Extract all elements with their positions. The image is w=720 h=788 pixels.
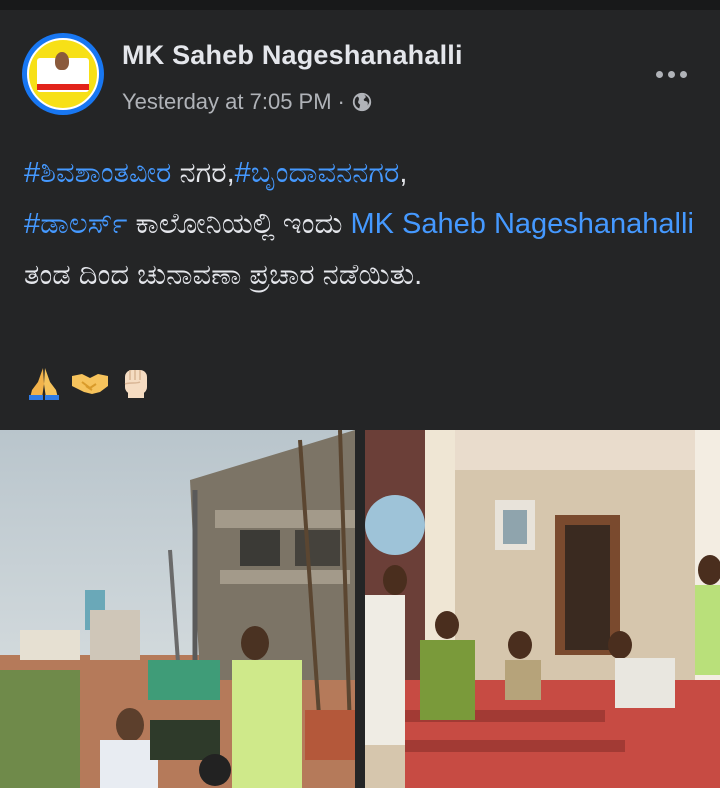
hashtag-link[interactable]: #ಡಾಲರ್ಸ್ [24,208,127,240]
post-text-segment: , [399,157,408,189]
hashtag-link[interactable]: #ಶಿವಶಾಂತವೀರ [24,157,171,189]
author-name[interactable]: MK Saheb Nageshanahalli [122,40,463,71]
post-text-segment: ನಗರ, [171,157,235,189]
post-text-segment: ತಂಡ ದಿಂದ ಚುನಾವಣಾ ಪ್ರಚಾರ ನಡೆಯಿತು. [24,259,423,291]
handshake-icon [72,374,108,394]
hashtag-link[interactable]: #ಬೃಂದಾವನನಗರ [235,157,400,189]
mention-link[interactable]: MK Saheb Nageshanahalli [350,208,693,240]
post-text-segment: ಕಾಲೋನಿಯಲ್ಲಿ ಇಂದು [127,208,351,240]
folded-hands-icon [29,368,59,400]
globe-icon[interactable] [351,91,373,113]
post-meta: Yesterday at 7:05 PM · [122,89,373,115]
raised-fist-icon [124,370,147,398]
top-divider [0,0,720,10]
meta-separator: · [337,89,345,114]
avatar[interactable] [22,33,104,115]
more-options-icon[interactable] [656,66,692,82]
avatar-image [27,38,99,110]
post-photo[interactable] [365,430,720,788]
timestamp[interactable]: Yesterday at 7:05 PM [122,89,332,115]
post-text: #ಶಿವಶಾಂತವೀರ ನಗರ,#ಬೃಂದಾವನನಗರ, #ಡಾಲರ್ಸ್ ಕಾ… [24,148,704,301]
emoji-row [24,362,156,402]
post-photo[interactable] [0,430,355,788]
